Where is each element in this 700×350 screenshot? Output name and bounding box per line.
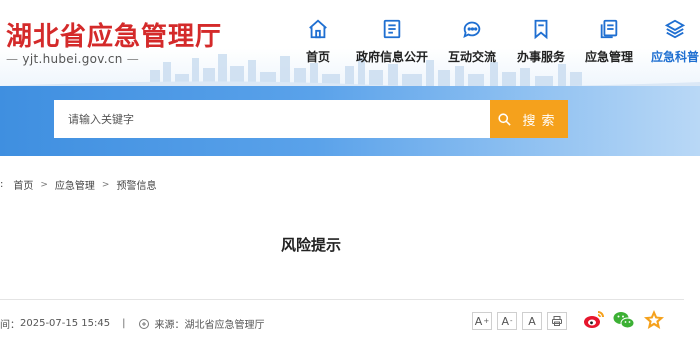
font-increase-button[interactable]: A + bbox=[472, 312, 492, 330]
weibo-icon[interactable] bbox=[582, 308, 606, 332]
article-card: : 首页 > 应急管理 > 预警信息 风险提示 间： 2025-07-15 15… bbox=[0, 156, 700, 350]
source-icon bbox=[138, 318, 149, 329]
nav-label: 首页 bbox=[305, 50, 330, 64]
font-reset-button[interactable]: A bbox=[522, 312, 542, 330]
nav-label: 应急管理 bbox=[584, 50, 633, 64]
breadcrumb-lead: : bbox=[0, 179, 4, 190]
meta-separator: | bbox=[122, 318, 126, 329]
layers-icon bbox=[664, 19, 686, 39]
nav-item-interaction[interactable]: 互动交流 bbox=[440, 18, 504, 65]
font-increase-sup: + bbox=[483, 317, 490, 325]
font-size-tools: A + A- A bbox=[472, 312, 572, 330]
nav-item-gov-info[interactable]: 政府信息公开 bbox=[348, 18, 436, 65]
document-icon bbox=[383, 19, 401, 39]
wechat-icon[interactable] bbox=[612, 308, 636, 332]
search-band: 搜索 bbox=[0, 86, 700, 156]
site-domain: — yjt.hubei.gov.cn — bbox=[6, 52, 140, 66]
font-decrease-label: A bbox=[501, 314, 509, 328]
chat-bubble-icon bbox=[463, 21, 481, 39]
article-title: 风险提示 bbox=[280, 236, 341, 254]
site-domain-text: yjt.hubei.gov.cn bbox=[22, 52, 123, 66]
share-buttons bbox=[582, 308, 672, 332]
breadcrumb-separator: > bbox=[40, 179, 48, 190]
source-name: 湖北省应急管理厅 bbox=[184, 320, 265, 331]
breadcrumb-separator: > bbox=[101, 179, 110, 190]
print-button[interactable] bbox=[547, 312, 567, 330]
bookmark-icon bbox=[534, 19, 548, 40]
site-title[interactable]: 湖北省应急管理厅 bbox=[6, 16, 222, 53]
font-decrease-sup: - bbox=[510, 317, 513, 325]
breadcrumb-item-warning-info[interactable]: 预警信息 bbox=[116, 177, 156, 192]
copy-document-icon bbox=[600, 19, 618, 39]
nav-item-home[interactable]: 首页 bbox=[292, 18, 344, 65]
print-icon bbox=[552, 316, 562, 326]
home-icon bbox=[309, 19, 327, 39]
breadcrumb-item-home[interactable]: 首页 bbox=[13, 177, 33, 192]
nav-item-science[interactable]: 应急科普 bbox=[644, 18, 700, 65]
font-decrease-button[interactable]: A- bbox=[497, 312, 517, 330]
favorite-star-icon[interactable] bbox=[642, 308, 666, 332]
nav-label: 应急科普 bbox=[650, 50, 699, 64]
nav-item-emergency-mgmt[interactable]: 应急管理 bbox=[578, 18, 640, 65]
search-input[interactable] bbox=[54, 100, 490, 138]
site-header: 湖北省应急管理厅 — yjt.hubei.gov.cn — 首页 政府信息公开 … bbox=[0, 0, 700, 88]
main-nav: 首页 政府信息公开 互动交流 办事服务 应急管理 应急科普 bbox=[292, 18, 700, 65]
search-button-label: 搜索 bbox=[522, 113, 561, 129]
nav-item-services[interactable]: 办事服务 bbox=[508, 18, 574, 65]
divider bbox=[0, 299, 684, 300]
article-meta: 间： 2025-07-15 15:45 | 来源： 湖北省应急管理厅 bbox=[0, 316, 265, 331]
breadcrumb-item-emergency-mgmt[interactable]: 应急管理 bbox=[55, 177, 95, 192]
nav-label: 办事服务 bbox=[516, 50, 565, 64]
font-reset-label: A bbox=[528, 314, 536, 328]
font-increase-label: A bbox=[474, 314, 483, 328]
publish-time-label: 间： bbox=[0, 320, 20, 331]
source-label: 来源： bbox=[154, 320, 185, 331]
nav-label: 互动交流 bbox=[447, 50, 496, 64]
breadcrumb: : 首页 > 应急管理 > 预警信息 bbox=[0, 177, 156, 192]
nav-label: 政府信息公开 bbox=[355, 50, 428, 64]
publish-time: 2025-07-15 15:45 bbox=[20, 318, 111, 329]
search-icon bbox=[498, 112, 512, 126]
search-button[interactable]: 搜索 bbox=[490, 100, 568, 138]
